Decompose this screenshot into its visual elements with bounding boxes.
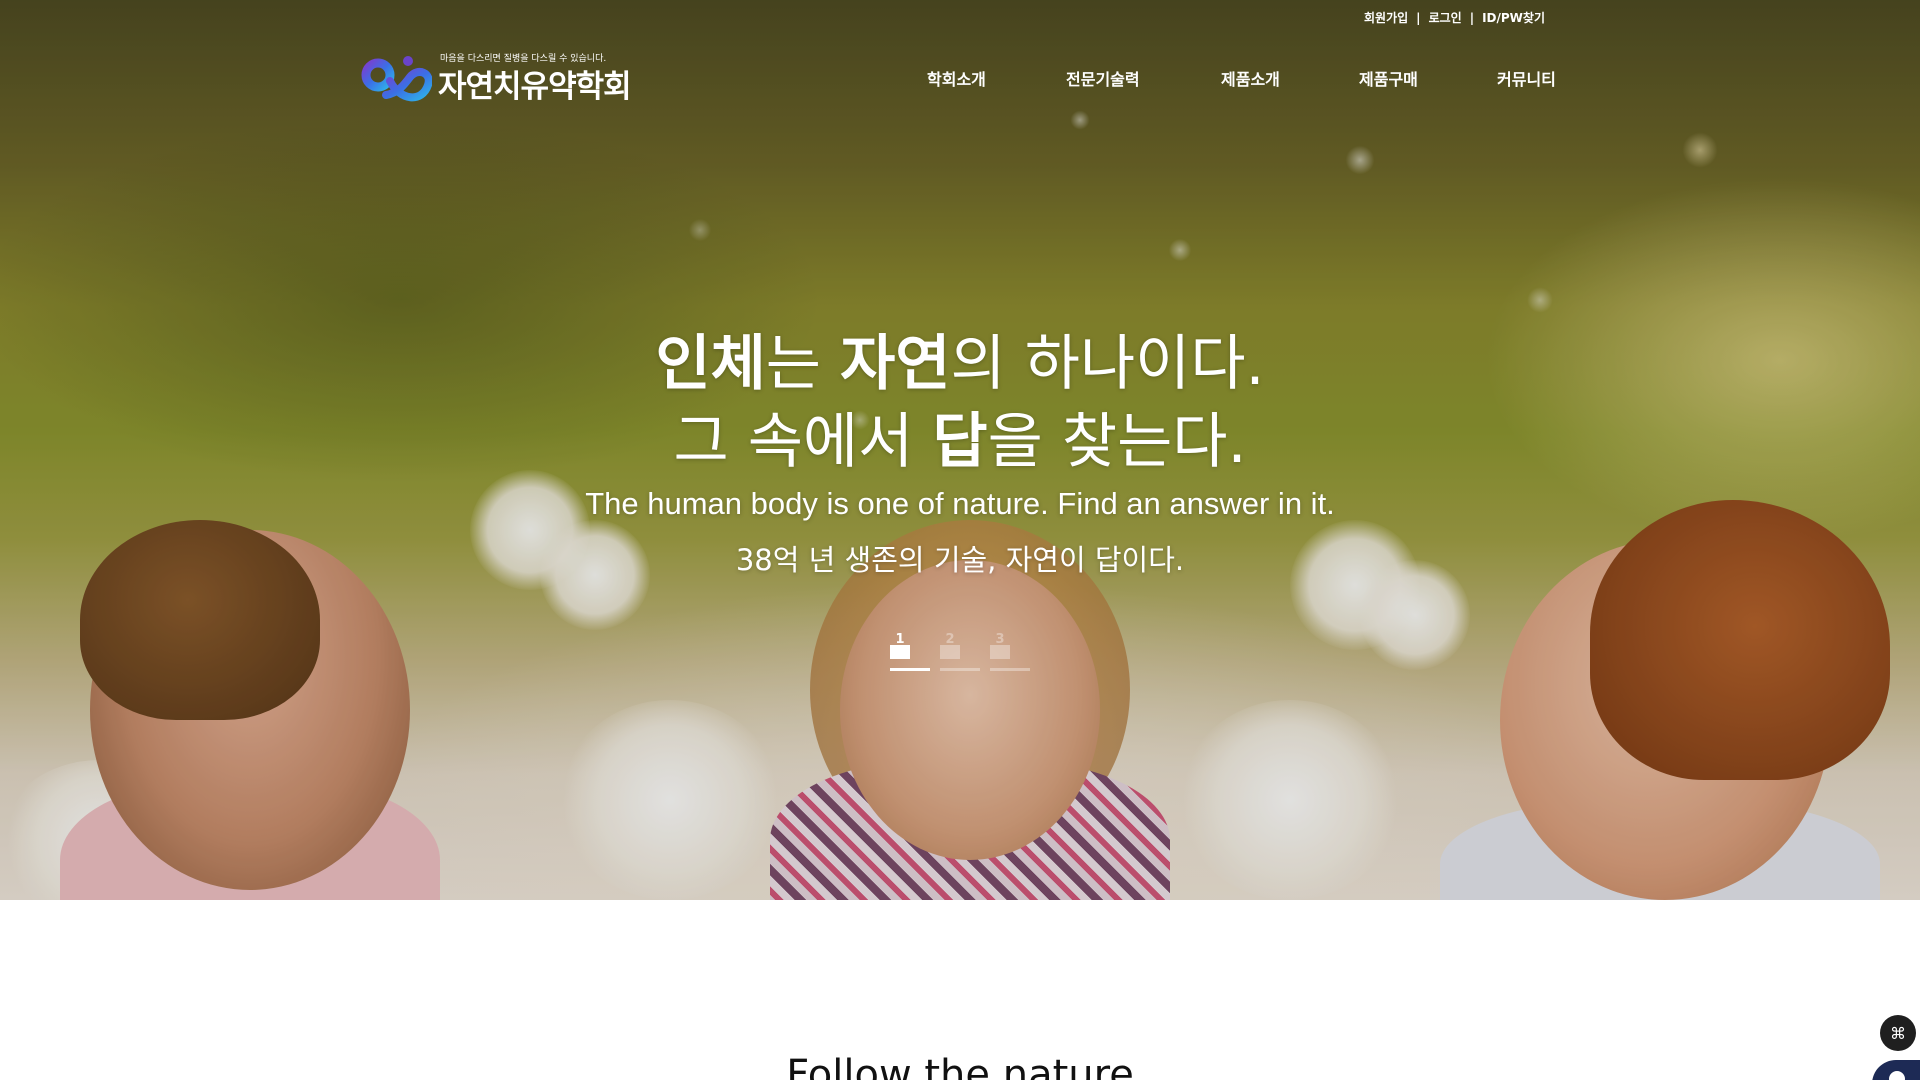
nav-item-community[interactable]: 커뮤니티: [1497, 66, 1556, 90]
chatbot-icon: [1886, 1068, 1908, 1080]
headline-text: 는: [765, 329, 841, 399]
separator: |: [1416, 10, 1421, 25]
slide-indicator-1[interactable]: 1: [890, 632, 930, 672]
nav-item-purchase[interactable]: 제품구매: [1359, 66, 1418, 90]
slide-underline: [890, 668, 930, 671]
slide-indicator-2[interactable]: 2: [940, 632, 980, 672]
site-logo[interactable]: 마음을 다스리면 질병을 다스릴 수 있습니다. 자연치유약학회: [360, 47, 650, 107]
headline-emphasis: 자연: [840, 329, 951, 399]
slide-marker: [990, 645, 1010, 659]
find-id-pw-link[interactable]: ID/PW찾기: [1482, 9, 1545, 26]
separator: |: [1469, 10, 1475, 25]
hero-subtitle-english: The human body is one of nature. Find an…: [585, 486, 1335, 521]
hero-headline-line2: 그 속에서 답을 찾는다.: [0, 406, 1920, 478]
headline-text: 의 하나이다.: [950, 329, 1265, 399]
main-navigation: 학회소개 전문기술력 제품소개 제품구매 커뮤니티: [900, 66, 1580, 90]
nav-item-about[interactable]: 학회소개: [927, 66, 986, 90]
slide-marker: [940, 645, 960, 659]
headline-text: 을 찾는다.: [987, 407, 1247, 477]
signup-link[interactable]: 회원가입: [1364, 9, 1408, 26]
hero-headline-line1: 인체는 자연의 하나이다.: [0, 328, 1920, 400]
login-link[interactable]: 로그인: [1429, 9, 1462, 26]
headline-text: 그 속에서: [673, 407, 933, 477]
slide-marker: [890, 645, 910, 659]
logo-infinity-icon: [361, 56, 432, 102]
slide-indicator-3[interactable]: 3: [990, 632, 1030, 672]
headline-emphasis: 답: [932, 407, 988, 477]
nav-item-technology[interactable]: 전문기술력: [1066, 66, 1140, 90]
slider-pagination: 1 2 3: [890, 632, 1030, 672]
hero-subtitle-korean: 38억 년 생존의 기술, 자연이 답이다.: [735, 543, 1185, 577]
slide-underline: [990, 668, 1030, 671]
headline-emphasis: 인체: [655, 329, 766, 399]
slide-underline: [940, 668, 980, 671]
floating-menu-button[interactable]: ⌘: [1880, 1015, 1916, 1051]
utility-links: 회원가입 | 로그인 | ID/PW찾기: [1364, 9, 1545, 26]
command-icon: ⌘: [1890, 1023, 1906, 1043]
nav-item-products[interactable]: 제품소개: [1221, 66, 1280, 90]
logo-name: 자연치유약학회: [438, 69, 632, 105]
section-title: Follow the nature: [786, 1052, 1134, 1080]
